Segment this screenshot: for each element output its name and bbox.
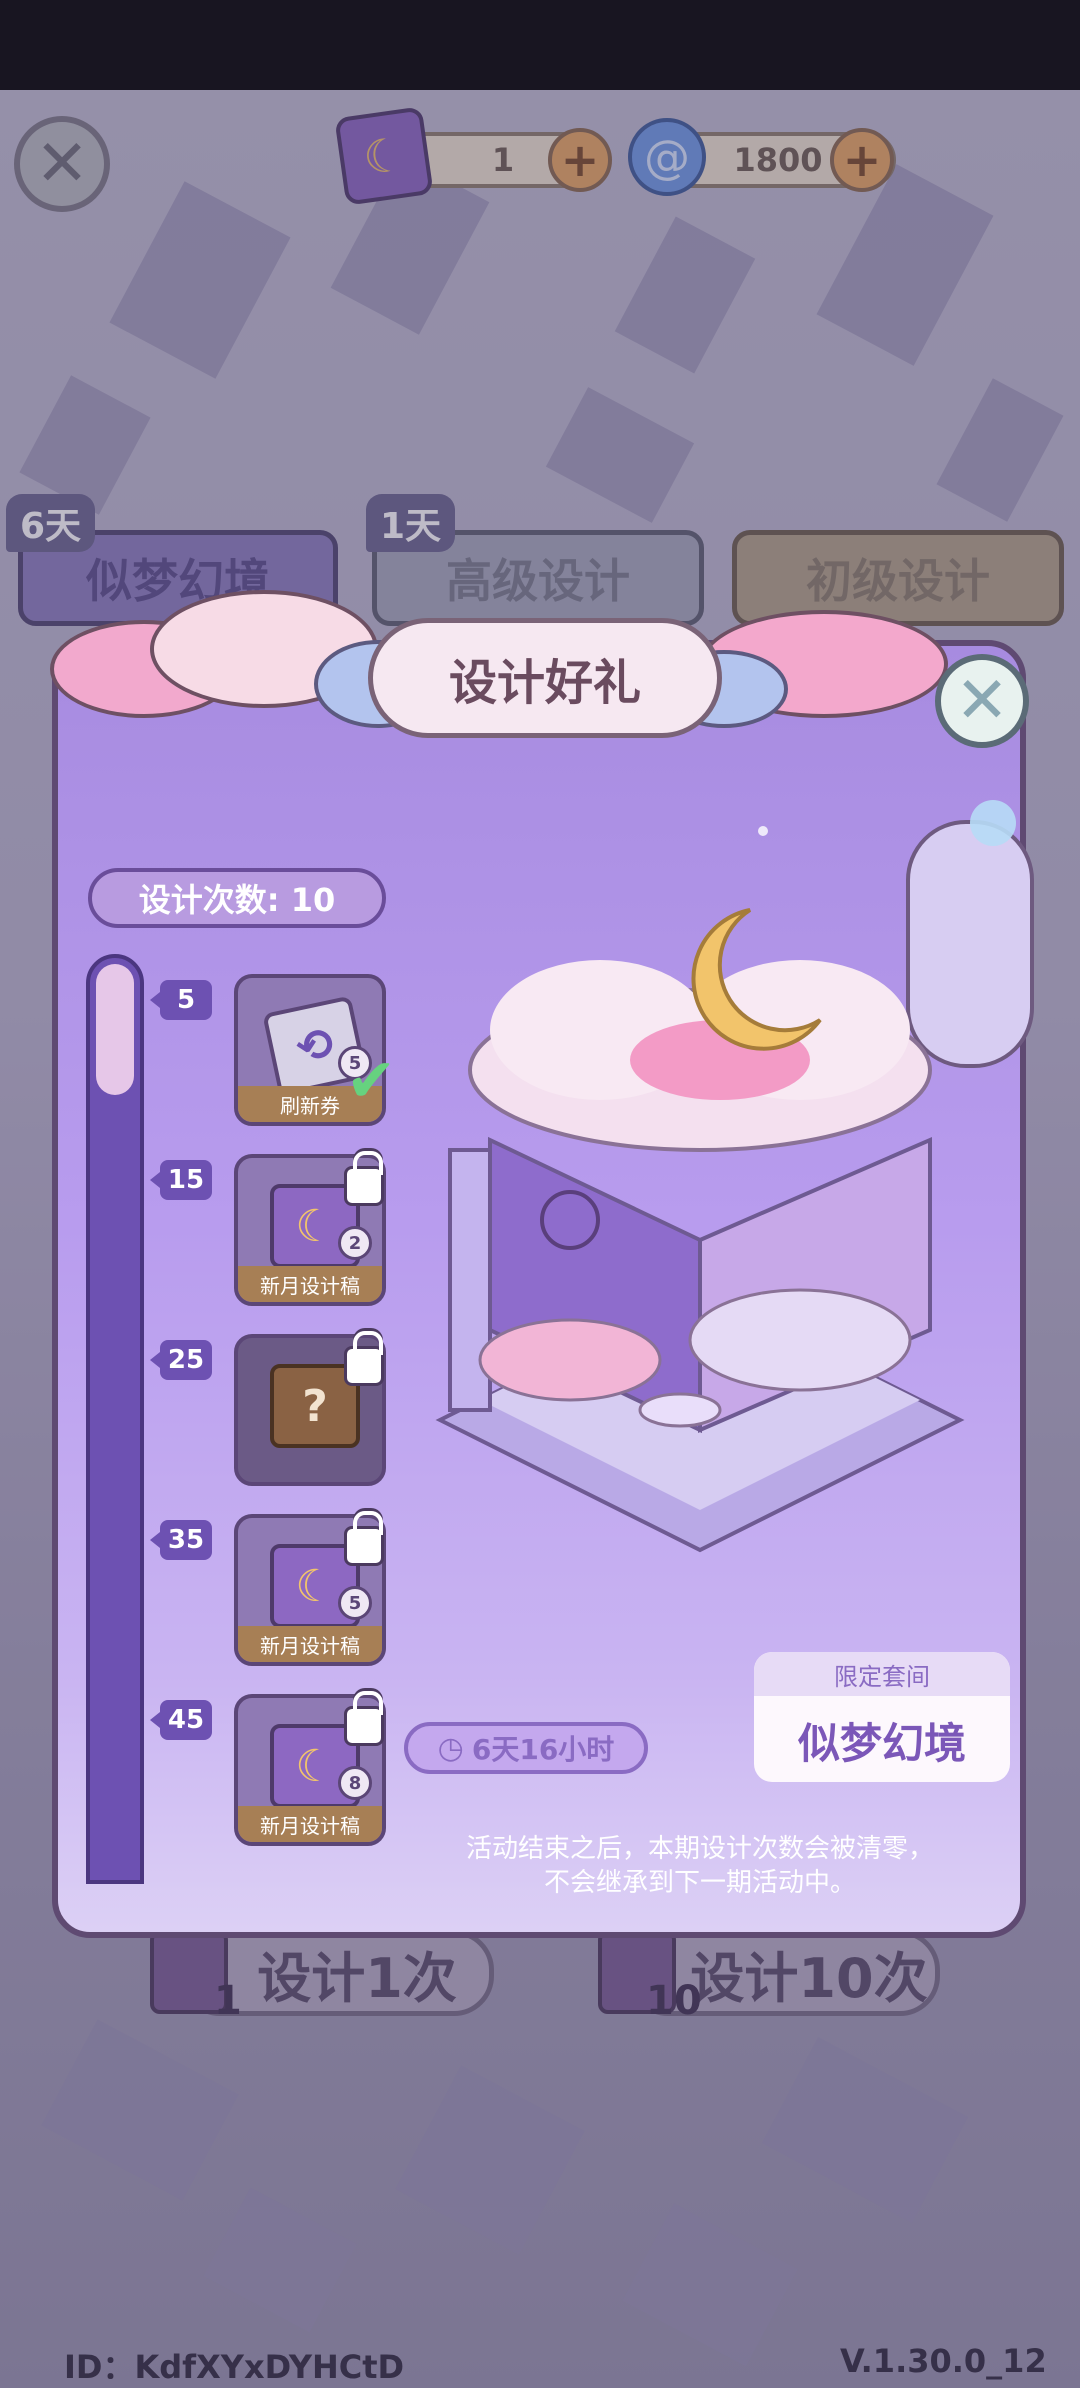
progress-fill (96, 964, 134, 1095)
reward-quantity: 8 (338, 1766, 372, 1800)
reward-quantity: 2 (338, 1226, 372, 1260)
milestone-threshold: 15 (150, 1160, 212, 1200)
reward-quantity: 5 (338, 1586, 372, 1620)
limited-set-card[interactable]: 限定套间 似梦幻境 (754, 1652, 1010, 1782)
lock-icon (344, 1331, 384, 1386)
reward-name: 新月设计稿 (238, 1626, 382, 1662)
timer-text: 6天16小时 (471, 1733, 615, 1766)
design-count-badge: 设计次数: 10 (88, 868, 386, 928)
clock-icon: ◷ (437, 1730, 464, 1766)
lock-icon (344, 1511, 384, 1566)
lock-icon (344, 1151, 384, 1206)
lock-icon (344, 1691, 384, 1746)
event-timer: ◷ 6天16小时 (404, 1722, 648, 1774)
modal-close-button[interactable]: ✕ (935, 654, 1029, 748)
modal-title: 设计好礼 (368, 618, 722, 738)
set-card-caption: 限定套间 (754, 1652, 1010, 1696)
milestone-threshold: 35 (150, 1520, 212, 1560)
close-icon: ✕ (955, 664, 1009, 738)
milestone-threshold: 25 (150, 1340, 212, 1380)
reward-name: 新月设计稿 (238, 1806, 382, 1842)
butterfly-icon (970, 800, 1016, 846)
set-card-name: 似梦幻境 (797, 1718, 966, 1768)
milestone-threshold: 45 (150, 1700, 212, 1740)
reward-name: 新月设计稿 (238, 1266, 382, 1302)
claimed-check-icon: ✔ (346, 1046, 397, 1116)
notice-line: 不会继承到下一期活动中。 (543, 1868, 856, 1898)
event-notice: 活动结束之后，本期设计次数会被清零， 不会继承到下一期活动中。 (400, 1832, 1000, 1900)
dream-room-illustration (435, 908, 965, 1553)
progress-track (86, 954, 144, 1884)
notice-line: 活动结束之后，本期设计次数会被清零， (465, 1834, 934, 1864)
milestone-threshold: 5 (150, 980, 212, 1020)
